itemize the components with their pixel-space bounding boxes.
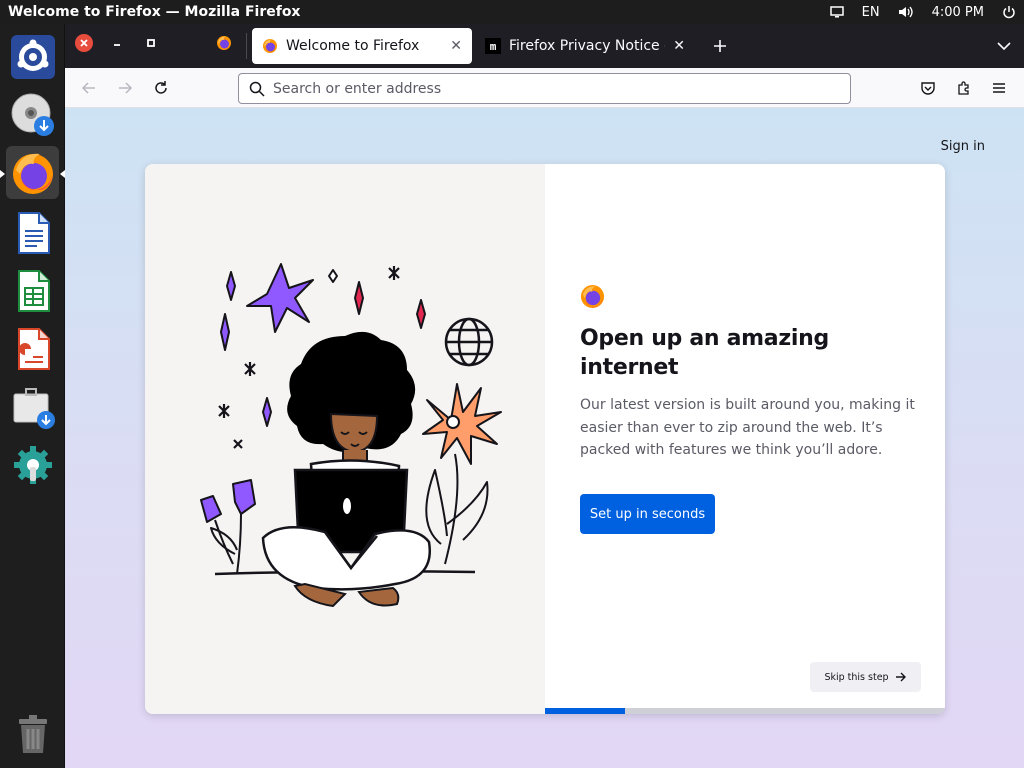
extensions-button[interactable] <box>952 76 976 100</box>
new-tab-button[interactable] <box>710 36 730 56</box>
tab-welcome[interactable]: Welcome to Firefox ✕ <box>252 28 472 64</box>
address-input[interactable] <box>273 80 850 97</box>
tab-title: Firefox Privacy Notice — <box>509 38 666 54</box>
firefox-icon <box>217 36 231 50</box>
clock[interactable]: 4:00 PM <box>932 5 984 20</box>
language-indicator[interactable]: EN <box>862 5 880 20</box>
forward-button[interactable] <box>113 76 137 100</box>
display-icon[interactable] <box>829 6 844 18</box>
navigation-toolbar <box>65 68 1024 108</box>
list-all-tabs-button[interactable] <box>995 37 1013 55</box>
url-bar[interactable] <box>238 73 851 104</box>
arrow-right-icon <box>119 82 133 94</box>
chevron-down-icon <box>997 42 1011 51</box>
dock <box>0 24 65 768</box>
page-title: Open up an amazing internet <box>580 326 829 380</box>
firefox-logo-icon <box>580 284 605 309</box>
installer-icon[interactable] <box>6 380 59 433</box>
calc-icon[interactable] <box>6 264 59 317</box>
plus-icon <box>714 40 726 52</box>
tab-strip: Welcome to Firefox ✕ m Firefox Privacy N… <box>65 24 1024 68</box>
tab-privacy-notice[interactable]: m Firefox Privacy Notice — ✕ <box>475 28 695 64</box>
close-icon <box>80 39 88 47</box>
onboarding-card: Open up an amazing internet Our latest v… <box>145 164 945 714</box>
tab-title: Welcome to Firefox <box>286 38 420 54</box>
illustration-panel <box>145 164 545 714</box>
firefox-icon[interactable] <box>6 146 59 199</box>
arrow-left-icon <box>81 82 95 94</box>
person-with-laptop-illustration <box>200 263 502 608</box>
window-minimize-button[interactable] <box>108 34 126 52</box>
window-title: Welcome to Firefox — Mozilla Firefox <box>8 4 301 20</box>
writer-icon[interactable] <box>6 206 59 259</box>
skip-step-button[interactable]: Skip this step <box>810 662 921 692</box>
tab-close-icon[interactable]: ✕ <box>673 38 685 54</box>
progress-fill <box>545 708 625 714</box>
set-up-button[interactable]: Set up in seconds <box>580 494 715 534</box>
running-indicator-left <box>0 170 5 178</box>
app-menu-button[interactable] <box>987 76 1011 100</box>
svg-text:m: m <box>490 40 497 53</box>
sign-in-link[interactable]: Sign in <box>941 139 985 154</box>
skip-label: Skip this step <box>824 671 889 683</box>
arrow-right-icon <box>895 672 906 682</box>
content-panel: Open up an amazing internet Our latest v… <box>545 164 945 714</box>
reload-button[interactable] <box>149 76 173 100</box>
back-button[interactable] <box>77 76 101 100</box>
firefox-favicon-icon <box>263 39 277 53</box>
power-icon[interactable] <box>1002 5 1016 19</box>
settings-icon[interactable] <box>6 438 59 491</box>
reload-icon <box>155 81 167 94</box>
page-description: Our latest version is built around you, … <box>580 397 915 458</box>
volume-icon[interactable] <box>898 5 914 19</box>
search-icon <box>249 81 265 97</box>
dvd-install-icon[interactable] <box>6 88 59 141</box>
window-close-button[interactable] <box>75 34 93 52</box>
tab-close-icon[interactable]: ✕ <box>450 38 462 54</box>
puzzle-icon <box>958 81 969 95</box>
minimize-icon <box>114 44 120 46</box>
window-maximize-button[interactable] <box>142 34 160 52</box>
hamburger-menu-icon <box>993 83 1005 93</box>
pocket-button[interactable] <box>916 76 940 100</box>
firefox-view-button[interactable] <box>215 34 233 52</box>
impress-icon[interactable] <box>6 322 59 375</box>
page-content: Sign in Open up an amazing internet Our … <box>65 108 1024 768</box>
pocket-icon <box>921 82 935 95</box>
tab-separator <box>246 33 247 59</box>
ubuntu-software-icon[interactable] <box>6 30 59 83</box>
trash-icon[interactable] <box>6 708 59 761</box>
system-top-bar: Welcome to Firefox — Mozilla Firefox EN … <box>0 0 1024 24</box>
maximize-icon <box>147 39 155 47</box>
onboarding-progress-bar <box>545 708 945 714</box>
mozilla-favicon-icon: m <box>485 38 501 54</box>
